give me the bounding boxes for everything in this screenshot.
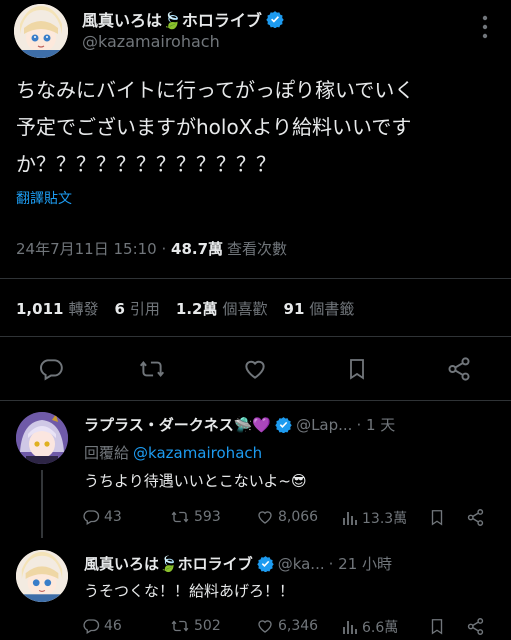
reply1-handle[interactable]: @Lap... [296,416,352,434]
reply1-header: ラプラス・ダークネス🛸💜 @Lap... · 1 天 [84,414,395,435]
reply1-likes[interactable]: 8,066 [256,508,318,526]
reply1-display-name[interactable]: ラプラス・ダークネス🛸💜 [84,414,271,435]
bookmark-button-icon[interactable] [345,356,369,382]
reply2-retweets[interactable]: 502 [170,617,221,635]
reply-button-icon[interactable] [38,356,64,382]
reply-icon [82,508,100,526]
reply1-views[interactable]: 13.3萬 [342,508,407,528]
heart-icon [256,617,274,635]
reply1-share-icon[interactable] [466,508,485,527]
like-button-icon[interactable] [242,356,268,382]
views-chart-icon [342,509,358,527]
reply1-replies[interactable]: 43 [82,508,122,526]
views-label: 查看次數 [227,240,288,258]
retweet-icon [170,508,190,526]
divider-top [0,278,511,279]
quotes-label[interactable]: 引用 [130,298,160,319]
reply2-header: 風真いろは🍃ホロライブ @ka... · 21 小時 [84,553,392,574]
reply1-views-count: 13.3萬 [362,511,408,527]
reply2-retweets-count: 502 [194,618,221,634]
divider-bottom [0,400,511,401]
author-display-name[interactable]: 風真いろは🍃ホロライブ [82,7,262,31]
heart-icon [256,508,274,526]
translate-post-link[interactable]: 翻譯貼文 [16,188,72,208]
author-name-row[interactable]: 風真いろは🍃ホロライブ [82,8,284,30]
divider-middle [0,336,511,337]
reply2-avatar[interactable] [16,550,68,602]
reply2-share-icon[interactable] [466,617,485,636]
reply2-time[interactable]: · 21 小時 [329,553,392,574]
bookmarks-count[interactable]: 91 [284,300,305,318]
reply1-time[interactable]: · 1 天 [356,414,395,435]
engagement-stats-row: 1,011 轉發 6 引用 1.2萬 個喜歡 91 個書籤 [16,298,354,319]
replying-to-label: 回覆給 [84,444,130,462]
tweet-text-line-2: 予定でございますがholoXより給料いいです [16,115,412,139]
more-options-icon[interactable] [470,12,500,42]
verified-badge-icon [275,416,292,433]
likes-label[interactable]: 個喜歡 [223,298,268,319]
reply1-text: うちより待遇いいとこないよ~😎 [84,472,307,490]
separator-dot: · [156,239,172,258]
reply2-likes[interactable]: 6,346 [256,617,318,635]
reply2-display-name[interactable]: 風真いろは🍃ホロライブ [84,553,253,574]
verified-badge-icon [256,555,274,572]
bookmarks-label[interactable]: 個書籤 [309,298,354,319]
reply2-replies[interactable]: 46 [82,617,122,635]
verified-badge-icon [266,10,284,28]
likes-count[interactable]: 1.2萬 [176,298,218,319]
views-count: 48.7萬 [171,240,224,258]
reply1-replying-to: 回覆給 @kazamairohach [84,442,262,463]
reply-icon [82,617,100,635]
reply2-views-count: 6.6萬 [362,620,399,636]
views-chart-icon [342,618,358,636]
reply2-replies-count: 46 [104,618,122,634]
reply1-avatar[interactable] [16,412,68,464]
tweet-text-line-3: か？？？？？？？？？？？？ [16,152,276,176]
reply1-replies-count: 43 [104,509,122,525]
share-button-icon[interactable] [446,356,472,382]
author-handle[interactable]: @kazamairohach [82,32,220,51]
reply1-likes-count: 8,066 [278,509,319,525]
reply1-thread-line [41,470,43,538]
tweet-text: ちなみにバイトに行ってがっぽり稼いでいく 予定でございますがholoXより給料い… [16,72,414,183]
retweets-label[interactable]: 轉發 [68,298,98,319]
reply1-retweets[interactable]: 593 [170,508,221,526]
timestamp-row: 24年7月11日 15:10 · 48.7萬 查看次數 [16,238,287,259]
tweet-text-line-1: ちなみにバイトに行ってがっぽり稼いでいく [16,78,415,102]
retweets-count[interactable]: 1,011 [16,300,63,318]
reply1-bookmark-icon[interactable] [428,508,446,527]
reply2-likes-count: 6,346 [278,618,319,634]
reply2-views[interactable]: 6.6萬 [342,617,398,637]
reply2-bookmark-icon[interactable] [428,617,446,636]
replying-to-handle[interactable]: @kazamairohach [133,444,262,462]
post-timestamp[interactable]: 24年7月11日 15:10 [16,238,157,259]
author-avatar[interactable] [14,4,68,58]
quotes-count[interactable]: 6 [114,300,124,318]
retweet-icon [170,617,190,635]
reply1-retweets-count: 593 [194,509,221,525]
retweet-button-icon[interactable] [138,356,166,382]
reply2-handle[interactable]: @ka... [278,555,325,573]
reply2-text: うそつくな！！給料あげろ！！ [84,582,295,600]
